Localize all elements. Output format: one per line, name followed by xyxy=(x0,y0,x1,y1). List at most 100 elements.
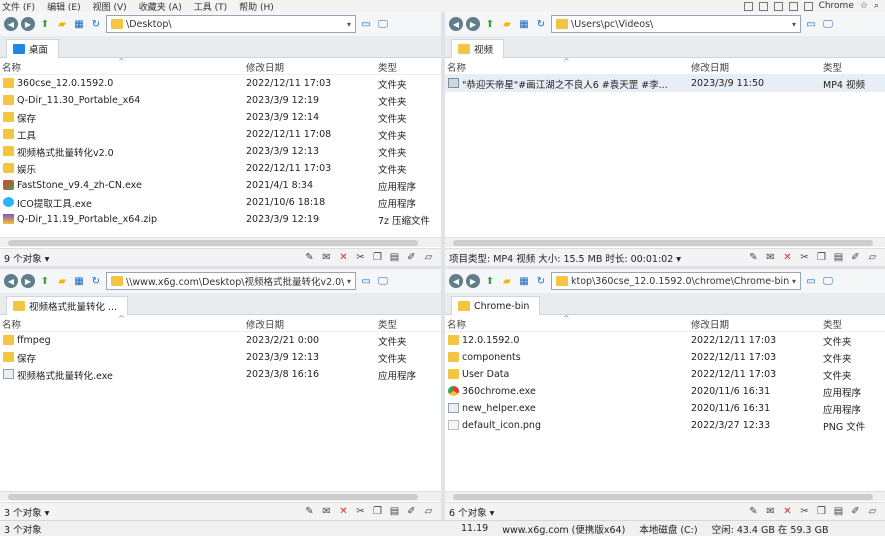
address-bar[interactable]: \\www.x6g.com\Desktop\视频格式批量转化v2.0\ ▾ xyxy=(106,272,356,290)
display-icon[interactable]: ▭ xyxy=(804,274,818,288)
tab-current[interactable]: 视频 xyxy=(451,39,505,58)
file-row[interactable]: Q-Dir_11.19_Portable_x64.zip 2023/3/9 12… xyxy=(0,211,441,228)
up-icon[interactable]: ⬆ xyxy=(483,17,497,31)
copy-icon[interactable]: ❐ xyxy=(371,505,384,518)
horizontal-splitter[interactable] xyxy=(0,266,885,269)
forward-icon[interactable]: ▶ xyxy=(21,17,35,31)
paste-icon[interactable]: ▤ xyxy=(388,251,401,264)
menu-chrome-label[interactable]: Chrome xyxy=(819,1,854,11)
copy-icon[interactable]: ❐ xyxy=(815,251,828,264)
display-icon[interactable]: ▭ xyxy=(359,17,373,31)
rename-icon[interactable]: ✐ xyxy=(405,505,418,518)
file-row[interactable]: new_helper.exe 2020/11/6 16:31 应用程序 xyxy=(445,400,885,417)
col-type[interactable]: 类型 xyxy=(823,60,842,74)
view-icon[interactable]: ▦ xyxy=(72,274,86,288)
new-folder-icon[interactable]: ▱ xyxy=(866,251,879,264)
file-row[interactable]: 保存 2023/3/9 12:13 文件夹 xyxy=(0,349,441,366)
col-name[interactable]: 名称 xyxy=(2,60,21,74)
view-icon[interactable]: ▦ xyxy=(517,274,531,288)
col-name[interactable]: 名称 xyxy=(447,317,466,331)
new-folder-icon[interactable]: ▱ xyxy=(866,505,879,518)
paste-icon[interactable]: ▤ xyxy=(388,505,401,518)
search-icon[interactable]: ⌕ xyxy=(874,1,879,11)
new-folder-icon[interactable]: ▱ xyxy=(422,251,435,264)
mail-icon[interactable]: ✉ xyxy=(320,505,333,518)
layout-icon[interactable] xyxy=(758,1,768,11)
back-icon[interactable]: ◀ xyxy=(449,274,463,288)
monitor-icon[interactable]: 🖵 xyxy=(821,274,835,288)
cut-icon[interactable]: ✂ xyxy=(798,251,811,264)
monitor-icon[interactable]: 🖵 xyxy=(376,274,390,288)
menu-file[interactable]: 文件 (F) xyxy=(2,0,35,13)
menu-tools[interactable]: 工具 (T) xyxy=(194,0,227,13)
chevron-down-icon[interactable]: ▾ xyxy=(792,277,796,286)
file-row[interactable]: default_icon.png 2022/3/27 12:33 PNG 文件 xyxy=(445,417,885,434)
properties-icon[interactable]: ✎ xyxy=(303,505,316,518)
rename-icon[interactable]: ✐ xyxy=(405,251,418,264)
col-name[interactable]: 名称 xyxy=(2,317,21,331)
properties-icon[interactable]: ✎ xyxy=(747,251,760,264)
forward-icon[interactable]: ▶ xyxy=(466,17,480,31)
file-row[interactable]: 360chrome.exe 2020/11/6 16:31 应用程序 xyxy=(445,383,885,400)
col-type[interactable]: 类型 xyxy=(823,317,842,331)
up-icon[interactable]: ⬆ xyxy=(38,17,52,31)
refresh-icon[interactable]: ↻ xyxy=(89,17,103,31)
file-row[interactable]: ICO提取工具.exe 2021/10/6 18:18 应用程序 xyxy=(0,194,441,211)
tab-current[interactable]: 视频格式批量转化 ... xyxy=(6,296,129,315)
copy-icon[interactable]: ❐ xyxy=(815,505,828,518)
folder-icon[interactable]: ▰ xyxy=(500,17,514,31)
address-bar[interactable]: ktop\360cse_12.0.1592.0\chrome\Chrome-bi… xyxy=(551,272,801,290)
refresh-icon[interactable]: ↻ xyxy=(89,274,103,288)
folder-icon[interactable]: ▰ xyxy=(55,17,69,31)
address-bar[interactable]: \Users\pc\Videos\ ▾ xyxy=(551,15,801,33)
star-icon[interactable]: ☆ xyxy=(860,1,868,11)
horizontal-scrollbar[interactable] xyxy=(0,237,441,247)
file-row[interactable]: 视频格式批量转化.exe 2023/3/8 16:16 应用程序 xyxy=(0,366,441,383)
horizontal-scrollbar[interactable] xyxy=(445,237,885,247)
file-row[interactable]: 娱乐 2022/12/11 17:03 文件夹 xyxy=(0,160,441,177)
tab-current[interactable]: 桌面 xyxy=(6,39,60,58)
file-row[interactable]: components 2022/12/11 17:03 文件夹 xyxy=(445,349,885,366)
up-icon[interactable]: ⬆ xyxy=(483,274,497,288)
paste-icon[interactable]: ▤ xyxy=(832,505,845,518)
monitor-icon[interactable]: 🖵 xyxy=(821,17,835,31)
delete-icon[interactable]: ✕ xyxy=(781,505,794,518)
file-row[interactable]: 360cse_12.0.1592.0 2022/12/11 17:03 文件夹 xyxy=(0,75,441,92)
cut-icon[interactable]: ✂ xyxy=(798,505,811,518)
scrollbar-thumb[interactable] xyxy=(8,494,418,500)
file-row[interactable]: 视频格式批量转化v2.0 2023/3/9 12:13 文件夹 xyxy=(0,143,441,160)
chevron-down-icon[interactable]: ▾ xyxy=(792,20,796,29)
scrollbar-thumb[interactable] xyxy=(453,240,873,246)
back-icon[interactable]: ◀ xyxy=(449,17,463,31)
monitor-icon[interactable]: 🖵 xyxy=(376,17,390,31)
view-icon[interactable]: ▦ xyxy=(517,17,531,31)
file-row[interactable]: 保存 2023/3/9 12:14 文件夹 xyxy=(0,109,441,126)
scrollbar-thumb[interactable] xyxy=(453,494,873,500)
horizontal-scrollbar[interactable] xyxy=(445,491,885,501)
file-row[interactable]: ffmpeg 2023/2/21 0:00 文件夹 xyxy=(0,332,441,349)
menu-view[interactable]: 视图 (V) xyxy=(93,0,127,13)
col-date[interactable]: 修改日期 xyxy=(691,317,729,331)
cut-icon[interactable]: ✂ xyxy=(354,505,367,518)
col-type[interactable]: 类型 xyxy=(378,317,397,331)
delete-icon[interactable]: ✕ xyxy=(781,251,794,264)
refresh-icon[interactable]: ↻ xyxy=(534,17,548,31)
layout-icon[interactable] xyxy=(773,1,783,11)
back-icon[interactable]: ◀ xyxy=(4,17,18,31)
tab-current[interactable]: Chrome-bin xyxy=(451,296,541,315)
file-row[interactable]: Q-Dir_11.30_Portable_x64 2023/3/9 12:19 … xyxy=(0,92,441,109)
layout-icon[interactable] xyxy=(788,1,798,11)
file-row[interactable]: 12.0.1592.0 2022/12/11 17:03 文件夹 xyxy=(445,332,885,349)
rename-icon[interactable]: ✐ xyxy=(849,505,862,518)
delete-icon[interactable]: ✕ xyxy=(337,505,350,518)
forward-icon[interactable]: ▶ xyxy=(21,274,35,288)
col-date[interactable]: 修改日期 xyxy=(246,60,284,74)
cut-icon[interactable]: ✂ xyxy=(354,251,367,264)
file-row[interactable]: "恭迎天帝星"#画江湖之不良人6 #袁天罡 #李... 2023/3/9 11:… xyxy=(445,75,885,92)
folder-icon[interactable]: ▰ xyxy=(55,274,69,288)
menu-favorites[interactable]: 收藏夹 (A) xyxy=(139,0,182,13)
properties-icon[interactable]: ✎ xyxy=(303,251,316,264)
back-icon[interactable]: ◀ xyxy=(4,274,18,288)
file-row[interactable]: User Data 2022/12/11 17:03 文件夹 xyxy=(445,366,885,383)
menu-edit[interactable]: 编辑 (E) xyxy=(47,0,81,13)
